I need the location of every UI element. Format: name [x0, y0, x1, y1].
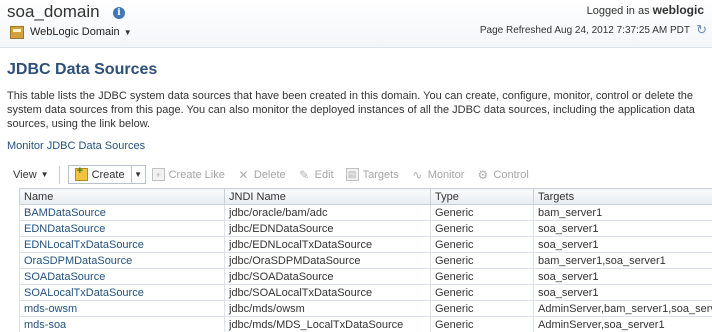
chevron-down-icon: ▼ [40, 170, 49, 179]
create-like-button[interactable]: + Create Like [146, 165, 231, 185]
view-label: View [13, 168, 37, 181]
type-cell: Generic [430, 204, 534, 221]
type-cell: Generic [430, 284, 534, 301]
edit-button[interactable]: ✎ Edit [292, 165, 340, 185]
weblogic-domain-icon [10, 25, 24, 39]
table-row[interactable]: EDNLocalTxDataSource jdbc/EDNLocalTxData… [19, 236, 712, 253]
name-cell: EDNLocalTxDataSource [19, 236, 225, 253]
create-like-icon: + [151, 168, 165, 181]
page-description: This table lists the JDBC system data so… [7, 90, 695, 130]
jndi-name-cell: jdbc/mds/owsm [224, 300, 431, 317]
type-cell: Generic [430, 220, 534, 237]
type-cell: Generic [430, 300, 534, 317]
data-source-link[interactable]: EDNLocalTxDataSource [24, 239, 144, 251]
data-source-link[interactable]: mds-owsm [24, 303, 77, 315]
edit-label: Edit [314, 168, 334, 181]
name-cell: EDNDataSource [19, 220, 225, 237]
targets-cell: bam_server1 [533, 204, 712, 221]
weblogic-domain-label: WebLogic Domain [30, 26, 120, 38]
delete-icon: ✕ [238, 167, 249, 182]
column-header-targets[interactable]: Targets [533, 188, 712, 205]
targets-button[interactable]: ▤ Targets [340, 165, 405, 185]
jndi-name-cell: jdbc/SOADataSource [224, 268, 431, 285]
logged-in-status: Logged in as weblogic [587, 3, 704, 17]
targets-icon: ▤ [345, 168, 359, 181]
name-cell: mds-soa [19, 316, 225, 332]
delete-label: Delete [253, 168, 286, 181]
data-source-link[interactable]: EDNDataSource [24, 223, 105, 235]
table-row[interactable]: OraSDPMDataSource jdbc/OraSDPMDataSource… [19, 252, 712, 269]
jndi-name-cell: jdbc/oracle/bam/adc [224, 204, 431, 221]
monitor-icon: ∿ [412, 167, 423, 182]
table-toolbar: View ▼ Create ▼ + Create Like ✕ Delete ✎… [7, 163, 712, 186]
table-row[interactable]: mds-owsm jdbc/mds/owsm Generic AdminServ… [19, 300, 712, 317]
jndi-name-cell: jdbc/OraSDPMDataSource [224, 252, 431, 269]
create-split-button: Create ▼ [67, 165, 146, 184]
gear-icon: ⚙ [477, 167, 489, 182]
targets-cell: AdminServer,bam_server1,soa_server1 [533, 300, 712, 317]
monitor-label: Monitor [427, 168, 465, 181]
table-row[interactable]: SOADataSource jdbc/SOADataSource Generic… [19, 268, 712, 285]
control-button[interactable]: ⚙ Control [470, 165, 534, 185]
jndi-name-cell: jdbc/EDNLocalTxDataSource [224, 236, 431, 253]
column-header-name[interactable]: Name [19, 188, 225, 205]
targets-cell: AdminServer,soa_server1 [533, 316, 712, 332]
data-source-link[interactable]: mds-soa [24, 319, 66, 331]
create-dropdown-toggle[interactable]: ▼ [130, 166, 145, 183]
refresh-icon[interactable]: ↻ [696, 22, 707, 38]
targets-cell: soa_server1 [533, 284, 712, 301]
chevron-down-icon: ▼ [123, 27, 132, 37]
data-source-link[interactable]: BAMDataSource [24, 207, 106, 219]
column-header-type[interactable]: Type [430, 188, 534, 205]
name-cell: mds-owsm [19, 300, 225, 317]
name-cell: SOALocalTxDataSource [19, 284, 225, 301]
table-row[interactable]: SOALocalTxDataSource jdbc/SOALocalTxData… [19, 284, 712, 301]
data-source-link[interactable]: SOADataSource [24, 271, 105, 283]
table-header-row: Name JNDI Name Type Targets [19, 188, 712, 205]
targets-label: Targets [362, 168, 399, 181]
info-icon[interactable]: i [113, 7, 125, 19]
table-row[interactable]: BAMDataSource jdbc/oracle/bam/adc Generi… [19, 204, 712, 221]
view-menu-button[interactable]: View ▼ [7, 165, 55, 185]
name-cell: OraSDPMDataSource [19, 252, 225, 269]
table-row[interactable]: mds-soa jdbc/mds/MDS_LocalTxDataSource G… [19, 316, 712, 332]
control-label: Control [493, 168, 529, 181]
page-header: soa_domain i WebLogic Domain ▼ Logged in… [0, 0, 712, 48]
toolbar-divider [58, 165, 60, 184]
name-cell: BAMDataSource [19, 204, 225, 221]
create-like-label: Create Like [168, 168, 225, 181]
data-source-link[interactable]: OraSDPMDataSource [24, 255, 132, 267]
create-label: Create [91, 168, 125, 181]
targets-cell: soa_server1 [533, 268, 712, 285]
jndi-name-cell: jdbc/SOALocalTxDataSource [224, 284, 431, 301]
table-row[interactable]: EDNDataSource jdbc/EDNDataSource Generic… [19, 220, 712, 237]
targets-cell: soa_server1 [533, 220, 712, 237]
edit-icon: ✎ [299, 167, 310, 182]
monitor-jdbc-link[interactable]: Monitor JDBC Data Sources [7, 140, 145, 152]
type-cell: Generic [430, 268, 534, 285]
domain-title: soa_domain [7, 2, 100, 21]
targets-cell: soa_server1 [533, 236, 712, 253]
targets-cell: bam_server1,soa_server1 [533, 252, 712, 269]
weblogic-domain-menu[interactable]: WebLogic Domain ▼ [10, 24, 132, 40]
jndi-name-cell: jdbc/EDNDataSource [224, 220, 431, 237]
create-button[interactable]: Create [69, 165, 131, 183]
page-refreshed-timestamp: Page Refreshed Aug 24, 2012 7:37:25 AM P… [479, 25, 690, 36]
user-name: weblogic [652, 3, 704, 17]
name-cell: SOADataSource [19, 268, 225, 285]
type-cell: Generic [430, 236, 534, 253]
jndi-name-cell: jdbc/mds/MDS_LocalTxDataSource [224, 316, 431, 332]
create-icon [74, 165, 88, 181]
type-cell: Generic [430, 316, 534, 332]
data-sources-table: Name JNDI Name Type Targets BAMDataSourc… [19, 188, 712, 332]
column-header-jndi-name[interactable]: JNDI Name [224, 188, 431, 205]
delete-button[interactable]: ✕ Delete [231, 165, 292, 185]
type-cell: Generic [430, 252, 534, 269]
monitor-button[interactable]: ∿ Monitor [405, 165, 471, 185]
data-source-link[interactable]: SOALocalTxDataSource [24, 287, 144, 299]
logged-in-label: Logged in as [586, 5, 650, 17]
page-title: JDBC Data Sources [7, 61, 158, 78]
